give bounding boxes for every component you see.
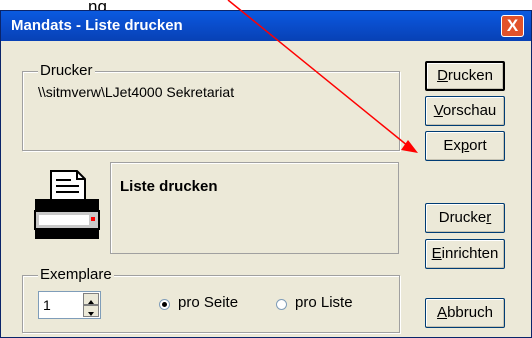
annotation-arrow <box>227 0 418 153</box>
